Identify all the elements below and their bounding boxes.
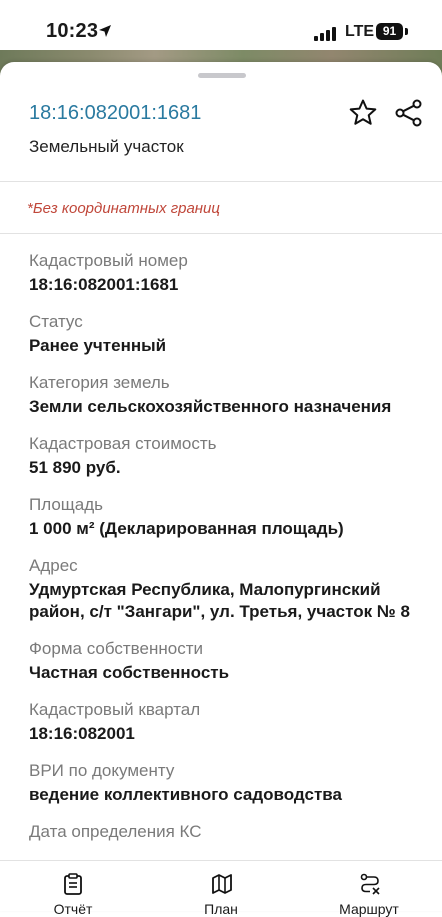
field-label: Кадастровая стоимость bbox=[29, 434, 217, 453]
tab-plan-label: План bbox=[204, 901, 238, 917]
share-icon[interactable] bbox=[394, 98, 424, 133]
bottom-tab-bar: Отчёт План Маршрут bbox=[0, 860, 442, 917]
tab-route-label: Маршрут bbox=[339, 901, 399, 917]
field-label: Кадастровый номер bbox=[29, 251, 188, 270]
field-area: Площадь 1 000 м² (Декларированная площад… bbox=[29, 494, 419, 540]
report-icon bbox=[64, 873, 82, 895]
tab-route[interactable]: Маршрут bbox=[309, 861, 429, 917]
cadastral-number-title: 18:16:082001:1681 bbox=[29, 102, 202, 124]
no-boundaries-warning: *Без координатных границ bbox=[27, 200, 220, 217]
cellular-signal-icon bbox=[314, 27, 338, 41]
route-icon bbox=[360, 873, 380, 895]
battery-tip bbox=[405, 28, 408, 35]
divider bbox=[0, 181, 442, 182]
field-land-category: Категория земель Земли сельскохозяйствен… bbox=[29, 372, 419, 418]
field-label: Адрес bbox=[29, 556, 78, 575]
field-label: ВРИ по документу bbox=[29, 761, 175, 780]
tab-report-label: Отчёт bbox=[53, 901, 93, 917]
field-label: Статус bbox=[29, 312, 83, 331]
field-value: 51 890 руб. bbox=[29, 458, 121, 477]
details-sheet: 18:16:082001:1681 Земельный участок *Без… bbox=[0, 62, 442, 910]
field-cadastral-value: Кадастровая стоимость 51 890 руб. bbox=[29, 433, 419, 479]
field-value: ведение коллективного садоводства bbox=[29, 785, 342, 804]
field-address: Адрес Удмуртская Республика, Малопургинс… bbox=[29, 555, 419, 623]
field-value: Ранее учтенный bbox=[29, 336, 167, 355]
tab-report[interactable]: Отчёт bbox=[13, 861, 133, 917]
property-fields: Кадастровый номер 18:16:082001:1681 Стат… bbox=[29, 250, 419, 858]
tab-plan[interactable]: План bbox=[161, 861, 281, 917]
map-icon bbox=[212, 874, 232, 894]
status-time: 10:23 bbox=[46, 20, 99, 42]
field-label: Категория земель bbox=[29, 373, 170, 392]
divider bbox=[0, 233, 442, 234]
field-cadastral-quarter: Кадастровый квартал 18:16:082001 bbox=[29, 699, 419, 745]
field-cadastral-number: Кадастровый номер 18:16:082001:1681 bbox=[29, 250, 419, 296]
field-value: 18:16:082001:1681 bbox=[29, 275, 179, 294]
field-valuation-date: Дата определения КС bbox=[29, 821, 419, 843]
field-value: Удмуртская Республика, Малопургинский ра… bbox=[29, 580, 410, 621]
favorite-star-icon[interactable] bbox=[348, 98, 378, 133]
field-label: Форма собственности bbox=[29, 639, 203, 658]
field-value: 18:16:082001 bbox=[29, 724, 135, 743]
field-label: Кадастровый квартал bbox=[29, 700, 201, 719]
field-status: Статус Ранее учтенный bbox=[29, 311, 419, 357]
field-permitted-use: ВРИ по документу ведение коллективного с… bbox=[29, 760, 419, 806]
field-value: Частная собственность bbox=[29, 663, 230, 682]
battery-level: 91 bbox=[382, 24, 397, 38]
location-arrow-icon bbox=[98, 24, 112, 43]
battery-icon: 91 bbox=[376, 23, 403, 40]
network-type: LTE bbox=[345, 23, 375, 40]
field-value: Земли сельскохозяйственного назначения bbox=[29, 397, 392, 416]
field-value: 1 000 м² (Декларированная площадь) bbox=[29, 519, 344, 538]
field-label: Дата определения КС bbox=[29, 822, 202, 841]
sheet-grabber[interactable] bbox=[198, 73, 246, 78]
field-label: Площадь bbox=[29, 495, 104, 514]
field-ownership-form: Форма собственности Частная собственност… bbox=[29, 638, 419, 684]
object-type: Земельный участок bbox=[29, 137, 184, 156]
